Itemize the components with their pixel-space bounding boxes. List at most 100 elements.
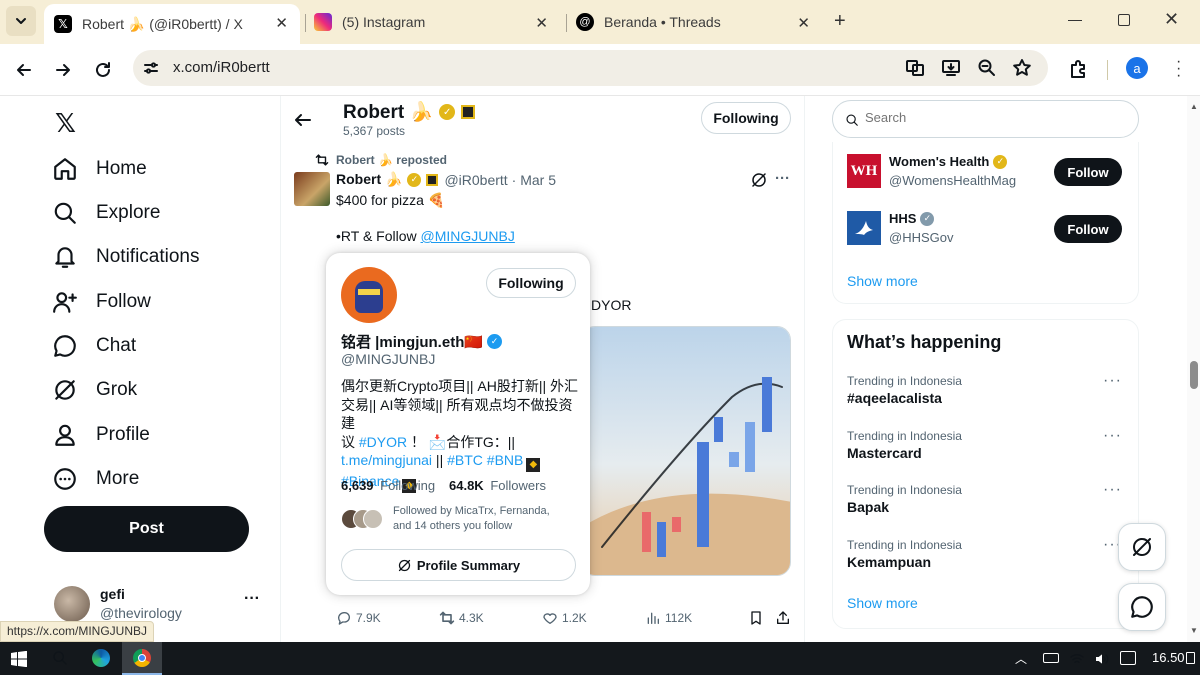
close-icon[interactable]: ✕ [275, 14, 288, 32]
notifications-icon[interactable] [1186, 652, 1195, 664]
profile-avatar[interactable]: a [1126, 57, 1148, 79]
back-arrow-icon[interactable] [14, 60, 34, 80]
repost-label[interactable]: Robert 🍌 reposted [336, 153, 447, 167]
url-text[interactable]: x.com/iR0bertt [173, 59, 270, 76]
profile-summary-button[interactable]: Profile Summary [341, 549, 576, 581]
avatar[interactable]: WH [847, 154, 881, 188]
nav-explore[interactable]: Explore [52, 200, 160, 226]
hovercard-handle[interactable]: @MINGJUNBJ [341, 351, 435, 367]
hashtag-link[interactable]: #BTC #BNB [447, 452, 523, 468]
trend-item[interactable]: Trending in Indonesia Bapak ··· [833, 479, 1138, 529]
views-action[interactable]: 112K [645, 610, 692, 626]
trend-item[interactable]: Trending in Indonesia #aqeelacalista ··· [833, 370, 1138, 420]
extensions-icon[interactable] [1068, 59, 1088, 79]
more-dots-icon[interactable]: ··· [244, 590, 260, 608]
tab-instagram[interactable]: (5) Instagram ✕ [314, 4, 560, 40]
more-dots-icon[interactable]: ··· [1103, 481, 1122, 499]
back-arrow-icon[interactable] [293, 110, 313, 130]
show-more-link[interactable]: Show more [847, 273, 918, 289]
avatar[interactable] [847, 211, 881, 245]
post-button[interactable]: Post [44, 506, 249, 552]
account-name[interactable]: Women's Health [889, 154, 989, 169]
account-handle[interactable]: @WomensHealthMag [889, 173, 1016, 188]
repost-action[interactable]: 4.3K [439, 610, 484, 626]
like-action[interactable]: 1.2K [542, 610, 587, 626]
windows-start-icon[interactable] [11, 651, 27, 667]
menu-icon[interactable]: · · · [1176, 54, 1182, 84]
tweet-image[interactable] [581, 326, 791, 576]
battery-icon[interactable] [1043, 653, 1059, 663]
avatar[interactable] [341, 267, 397, 323]
forward-arrow-icon[interactable] [53, 60, 73, 80]
close-icon[interactable]: ✕ [535, 14, 548, 32]
account-handle[interactable]: @HHSGov [889, 230, 954, 245]
mention-link[interactable]: @MINGJUNBJ [421, 228, 515, 244]
scrollbar-up-arrow[interactable]: ▲ [1190, 102, 1198, 111]
more-dots-icon[interactable]: ··· [1103, 427, 1122, 445]
bookmark-icon[interactable] [748, 610, 764, 626]
bookmark-star-icon[interactable] [1012, 58, 1032, 78]
tab-search-button[interactable] [6, 6, 36, 36]
scrollbar-thumb[interactable] [1190, 361, 1198, 389]
tweet-author[interactable]: Robert 🍌 [336, 171, 402, 188]
nav-home[interactable]: Home [52, 156, 147, 182]
messages-float-button[interactable] [1118, 583, 1166, 631]
following-stat[interactable]: 6,639 Following [341, 478, 435, 493]
following-button[interactable]: Following [701, 102, 791, 134]
nav-more[interactable]: More [52, 466, 139, 492]
nav-grok[interactable]: Grok [52, 377, 137, 403]
hovercard-name[interactable]: 铭君 |mingjun.eth🇨🇳 [341, 331, 483, 352]
tweet-date[interactable]: · Mar 5 [512, 172, 556, 188]
search-box[interactable] [832, 100, 1139, 138]
edge-icon[interactable] [92, 649, 110, 667]
site-settings-icon[interactable] [143, 60, 159, 76]
chevron-up-icon[interactable]: ︿ [1015, 650, 1027, 667]
trend-item[interactable]: Trending in Indonesia Kemampuan ··· [833, 534, 1138, 584]
more-dots-icon[interactable]: ··· [1103, 372, 1122, 390]
install-app-icon[interactable] [941, 58, 961, 78]
page-scrollbar[interactable]: ▲ ▼ [1187, 96, 1200, 642]
nav-profile[interactable]: Profile [52, 422, 150, 448]
hashtag-link[interactable]: #DYOR [359, 434, 407, 450]
nav-notifications[interactable]: Notifications [52, 244, 200, 270]
avatar[interactable] [294, 172, 330, 206]
account-switcher[interactable]: gefi @thevirology ··· [52, 584, 267, 624]
maximize-button[interactable] [1118, 14, 1130, 26]
close-icon[interactable]: ✕ [797, 14, 810, 32]
show-more-link[interactable]: Show more [847, 595, 918, 611]
zoom-icon[interactable] [977, 58, 997, 78]
follow-button[interactable]: Follow [1054, 215, 1122, 243]
tweet-handle[interactable]: @iR0bertt [444, 172, 507, 188]
address-bar[interactable]: x.com/iR0bertt [133, 50, 1048, 86]
window-close-button[interactable]: ✕ [1164, 9, 1179, 30]
keyboard-icon[interactable] [1120, 651, 1136, 665]
clock[interactable]: 16.50 [1152, 650, 1185, 665]
new-tab-button[interactable]: + [834, 10, 846, 33]
search-input[interactable] [865, 110, 1125, 125]
trend-item[interactable]: Trending in Indonesia Mastercard ··· [833, 425, 1138, 475]
share-icon[interactable] [775, 610, 791, 626]
more-dots-icon[interactable]: ··· [775, 170, 790, 187]
x-logo-icon[interactable]: 𝕏 [55, 108, 76, 139]
search-icon[interactable] [52, 650, 68, 666]
nav-chat[interactable]: Chat [52, 333, 136, 359]
account-name[interactable]: HHS [889, 211, 916, 226]
nav-follow[interactable]: Follow [52, 289, 151, 315]
tab-threads[interactable]: @ Beranda • Threads ✕ [576, 4, 822, 40]
translate-icon[interactable] [905, 58, 925, 78]
minimize-button[interactable] [1068, 20, 1082, 21]
reload-icon[interactable] [93, 60, 113, 80]
reply-action[interactable]: 7.9K [336, 610, 381, 626]
tab-x-profile[interactable]: 𝕏 Robert 🍌 (@iR0bertt) / X ✕ [44, 4, 300, 44]
telegram-link[interactable]: t.me/mingjunai [341, 452, 432, 468]
grok-float-button[interactable] [1118, 523, 1166, 571]
scrollbar-down-arrow[interactable]: ▼ [1190, 626, 1198, 635]
grok-icon[interactable] [750, 171, 768, 189]
wifi-icon[interactable] [1069, 651, 1085, 667]
followers-stat[interactable]: 64.8K Followers [449, 478, 546, 493]
volume-icon[interactable] [1094, 651, 1110, 667]
hovercard-following-button[interactable]: Following [486, 268, 576, 298]
follow-button[interactable]: Follow [1054, 158, 1122, 186]
followed-by-text[interactable]: Followed by MicaTrx, Fernanda, and 14 ot… [393, 504, 550, 534]
chrome-taskbar-button[interactable] [122, 642, 162, 675]
